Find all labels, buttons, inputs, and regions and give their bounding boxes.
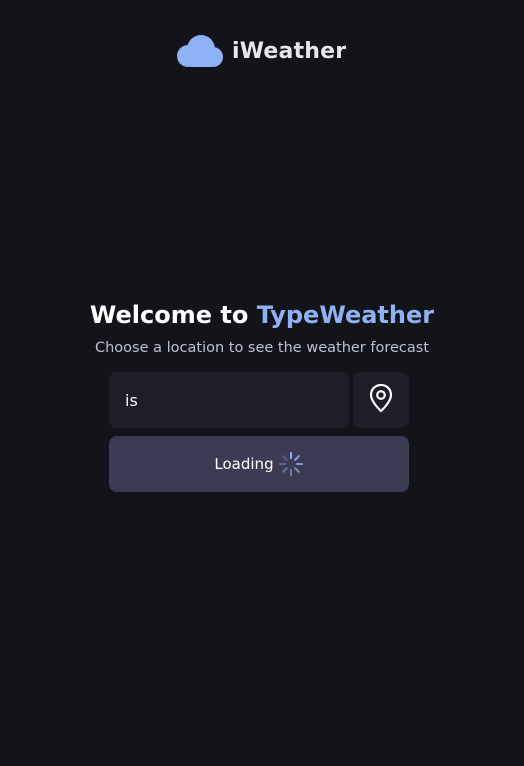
map-pin-icon [368, 383, 394, 417]
app-logo: iWeather [176, 34, 346, 68]
loading-button[interactable]: Loading [109, 436, 409, 492]
location-button[interactable] [353, 372, 409, 428]
welcome-title-accent: TypeWeather [256, 301, 435, 329]
welcome-title: Welcome to TypeWeather [0, 298, 524, 332]
search-input[interactable] [109, 372, 349, 428]
loading-label: Loading [214, 455, 274, 473]
welcome-title-prefix: Welcome to [89, 301, 257, 329]
cloud-icon [176, 34, 224, 68]
spinner-icon [278, 451, 304, 477]
welcome-subtitle: Choose a location to see the weather for… [94, 340, 430, 356]
app-name: iWeather [232, 38, 347, 64]
page: iWeather Welcome to TypeWeather Choose a… [0, 0, 524, 766]
